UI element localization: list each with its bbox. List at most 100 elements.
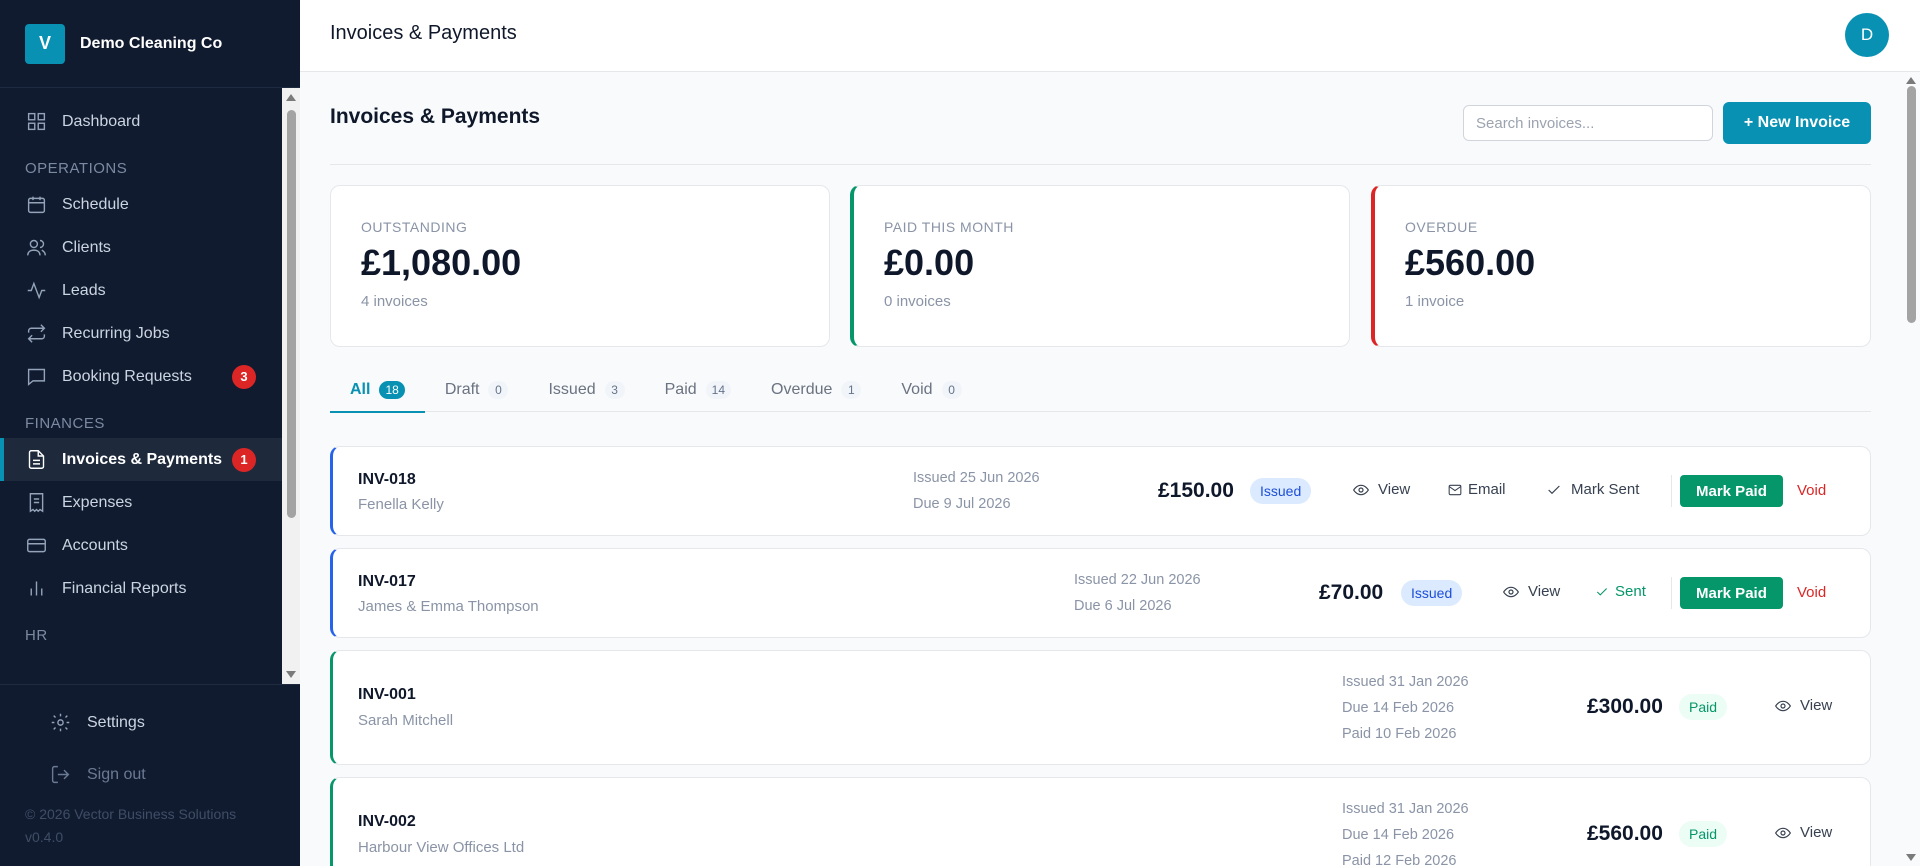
top-bar: Invoices & Payments D: [300, 0, 1920, 72]
sidebar-item-clients[interactable]: Clients: [0, 226, 282, 269]
invoice-amount: £150.00: [1158, 479, 1234, 502]
sign-out-link[interactable]: Sign out: [0, 749, 300, 801]
check-icon: [1548, 485, 1560, 494]
tab-issued[interactable]: Issued 3: [528, 368, 644, 412]
scrollbar-thumb[interactable]: [1907, 86, 1916, 323]
tab-all[interactable]: All 18: [330, 368, 425, 413]
avatar[interactable]: D: [1845, 13, 1889, 57]
invoice-client: Harbour View Offices Ltd: [358, 839, 525, 856]
mark-paid-button[interactable]: Mark Paid: [1680, 577, 1783, 609]
scroll-down-arrow-icon[interactable]: [1906, 854, 1916, 861]
activity-icon: [25, 280, 47, 302]
card-label: PAID THIS MONTH: [884, 219, 1014, 235]
view-label: View: [1528, 583, 1561, 600]
header-divider: [330, 164, 1871, 165]
copyright-text: © 2026 Vector Business Solutions: [25, 806, 237, 822]
sidebar-item-financial-reports[interactable]: Financial Reports: [0, 567, 282, 610]
paid-date: Paid 12 Feb 2026: [1342, 853, 1457, 866]
scroll-down-arrow-icon[interactable]: [286, 671, 296, 678]
check-icon: [1596, 587, 1608, 596]
due-date: Due 14 Feb 2026: [1342, 700, 1455, 716]
invoice-id: INV-001: [358, 686, 416, 703]
view-button[interactable]: View: [1775, 824, 1832, 841]
credit-card-icon: [25, 535, 47, 557]
card-sub: 0 invoices: [884, 293, 951, 310]
sidebar-item-expenses[interactable]: Expenses: [0, 481, 282, 524]
invoice-amount: £70.00: [1319, 581, 1384, 604]
tab-count: 1: [841, 381, 862, 399]
invoice-row[interactable]: INV-017 James & Emma Thompson Issued 22 …: [330, 548, 1871, 638]
sidebar-item-booking-requests[interactable]: Booking Requests 3: [0, 355, 282, 398]
sign-out-label: Sign out: [87, 766, 146, 783]
tab-label: All: [350, 381, 371, 398]
tab-paid[interactable]: Paid 14: [645, 368, 751, 412]
outstanding-card: OUTSTANDING £1,080.00 4 invoices: [330, 185, 830, 347]
issued-date: Issued 25 Jun 2026: [913, 470, 1040, 486]
scroll-up-arrow-icon[interactable]: [286, 94, 296, 101]
card-value: £1,080.00: [361, 242, 522, 283]
invoice-dates: Issued 22 Jun 2026 Due 6 Jul 2026: [1074, 567, 1201, 619]
sidebar-item-label: Expenses: [62, 493, 133, 511]
sidebar-item-label: Clients: [62, 238, 111, 256]
tab-void[interactable]: Void 0: [881, 368, 981, 412]
tab-label: Paid: [664, 381, 697, 398]
brand[interactable]: V Demo Cleaning Co: [0, 0, 300, 88]
scrollbar-thumb[interactable]: [287, 110, 296, 518]
issued-date: Issued 31 Jan 2026: [1342, 674, 1469, 690]
eye-icon: [1775, 827, 1791, 838]
view-label: View: [1800, 824, 1833, 841]
sidebar-nav: Dashboard OPERATIONS Schedule Clients Le…: [0, 88, 282, 684]
copyright: © 2026 Vector Business Solutions v0.4.0: [25, 803, 236, 849]
settings-link[interactable]: Settings: [0, 697, 300, 749]
invoice-row[interactable]: INV-002 Harbour View Offices Ltd Issued …: [330, 777, 1871, 866]
new-invoice-button[interactable]: + New Invoice: [1723, 102, 1871, 144]
view-button[interactable]: View: [1353, 481, 1410, 498]
card-label: OUTSTANDING: [361, 219, 468, 235]
view-button[interactable]: View: [1503, 583, 1560, 600]
main-scrollbar[interactable]: [1902, 72, 1920, 866]
view-button[interactable]: View: [1775, 697, 1832, 714]
status-tabs: All 18 Draft 0 Issued 3 Paid 14 Overdue 1 Voi…: [330, 368, 1871, 413]
eye-icon: [1775, 700, 1791, 711]
log-out-icon: [50, 764, 72, 786]
issued-date: Issued 31 Jan 2026: [1342, 801, 1469, 817]
mark-paid-button[interactable]: Mark Paid: [1680, 475, 1783, 507]
tab-count: 0: [488, 381, 509, 399]
eye-icon: [1353, 484, 1369, 495]
search-input[interactable]: [1463, 105, 1713, 141]
sidebar-footer: Settings Sign out: [0, 684, 300, 801]
sidebar-item-recurring-jobs[interactable]: Recurring Jobs: [0, 312, 282, 355]
invoice-dates: Issued 25 Jun 2026 Due 9 Jul 2026: [913, 465, 1040, 517]
sidebar-item-accounts[interactable]: Accounts: [0, 524, 282, 567]
sidebar-item-label: Invoices & Payments: [62, 450, 223, 468]
sidebar-item-label: Accounts: [62, 536, 128, 554]
sidebar-item-schedule[interactable]: Schedule: [0, 183, 282, 226]
void-button[interactable]: Void: [1797, 482, 1826, 499]
sidebar-scrollbar[interactable]: [282, 88, 300, 684]
sidebar-item-label: Booking Requests: [62, 367, 192, 385]
mail-icon: [1448, 484, 1462, 495]
booking-requests-badge: 3: [232, 364, 256, 389]
invoice-row[interactable]: INV-018 Fenella Kelly Issued 25 Jun 2026…: [330, 446, 1871, 536]
due-date: Due 9 Jul 2026: [913, 496, 1011, 512]
sidebar-item-leads[interactable]: Leads: [0, 269, 282, 312]
tab-label: Void: [901, 381, 933, 398]
tab-count: 0: [941, 381, 962, 399]
header-title: Invoices & Payments: [330, 22, 517, 44]
invoice-id: INV-017: [358, 573, 416, 590]
sidebar-item-dashboard[interactable]: Dashboard: [0, 100, 282, 143]
calendar-icon: [25, 194, 47, 216]
invoice-row[interactable]: INV-001 Sarah Mitchell Issued 31 Jan 202…: [330, 650, 1871, 765]
tab-overdue[interactable]: Overdue 1: [751, 368, 881, 412]
page-title: Invoices & Payments: [330, 105, 541, 128]
sidebar-item-invoices[interactable]: Invoices & Payments 1: [0, 438, 282, 481]
void-button[interactable]: Void: [1797, 584, 1826, 601]
email-button[interactable]: Email: [1448, 481, 1506, 498]
mark-sent-button[interactable]: Mark Sent: [1546, 481, 1639, 498]
settings-label: Settings: [87, 714, 145, 731]
scroll-up-arrow-icon[interactable]: [1906, 77, 1916, 84]
action-divider: [1671, 475, 1672, 507]
version-text: v0.4.0: [25, 829, 64, 845]
tab-draft[interactable]: Draft 0: [425, 368, 529, 412]
tab-label: Draft: [444, 381, 480, 398]
